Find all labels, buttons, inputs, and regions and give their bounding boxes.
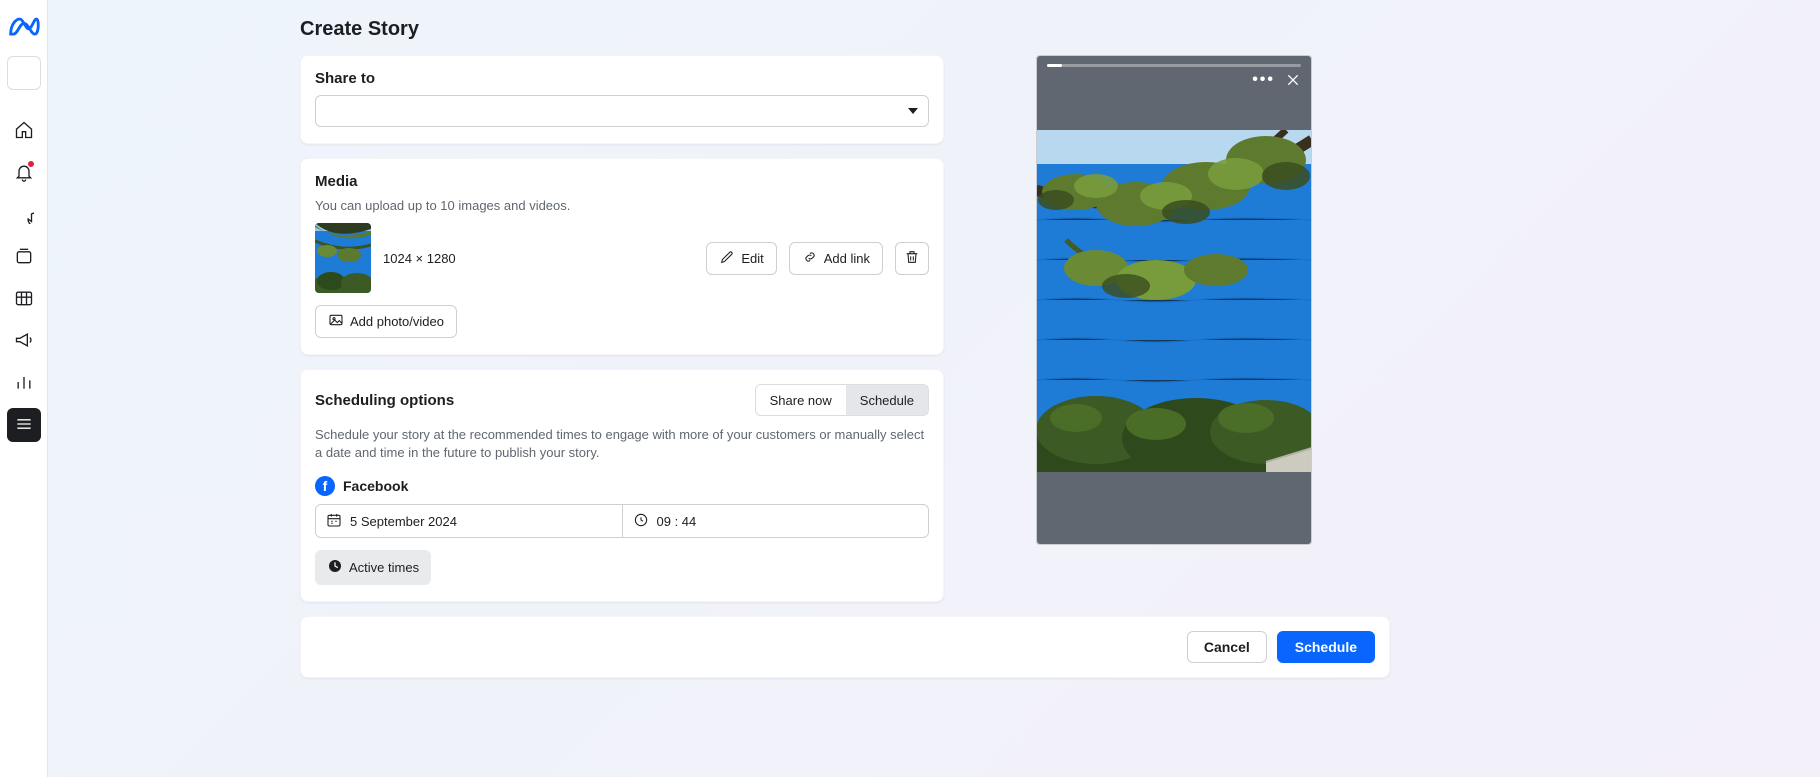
footer-bar: Cancel Schedule <box>300 616 1390 678</box>
sidebar-item-planner[interactable] <box>7 282 41 316</box>
sidebar-item-notifications[interactable] <box>7 156 41 190</box>
image-plus-icon <box>328 312 344 331</box>
sidebar <box>0 0 48 777</box>
meta-logo-icon <box>7 10 41 44</box>
hamburger-icon <box>14 414 34 437</box>
preview-more-icon[interactable]: ••• <box>1252 72 1275 92</box>
story-preview: ••• <box>1036 55 1312 545</box>
active-times-label: Active times <box>349 560 419 575</box>
scheduling-card: Scheduling options Share now Schedule Sc… <box>300 369 944 602</box>
clock-filled-icon <box>327 558 343 577</box>
delete-media-button[interactable] <box>895 242 929 275</box>
preview-image <box>1037 130 1311 472</box>
sidebar-item-content[interactable] <box>7 240 41 274</box>
sidebar-item-menu[interactable] <box>7 408 41 442</box>
caret-down-icon <box>908 108 918 114</box>
preview-close-icon[interactable] <box>1285 72 1301 92</box>
time-value: 09 : 44 <box>657 514 697 529</box>
sidebar-item-ads[interactable] <box>7 324 41 358</box>
platform-row: f Facebook <box>315 476 929 496</box>
schedule-option[interactable]: Schedule <box>846 385 928 415</box>
active-times-button[interactable]: Active times <box>315 550 431 585</box>
trash-icon <box>904 249 920 268</box>
datetime-row: 5 September 2024 09 : 44 <box>315 504 929 538</box>
scheduling-heading: Scheduling options <box>315 392 454 409</box>
sidebar-account-box[interactable] <box>7 56 41 90</box>
stack-icon <box>14 246 34 269</box>
media-description: You can upload up to 10 images and video… <box>315 198 929 213</box>
share-to-card: Share to <box>300 55 944 144</box>
cancel-button[interactable]: Cancel <box>1187 631 1267 663</box>
grid-icon <box>14 288 34 311</box>
pencil-icon <box>719 249 735 268</box>
time-input[interactable]: 09 : 44 <box>623 505 929 537</box>
sidebar-item-home[interactable] <box>7 114 41 148</box>
add-link-button[interactable]: Add link <box>789 242 883 275</box>
date-value: 5 September 2024 <box>350 514 457 529</box>
media-card: Media You can upload up to 10 images and… <box>300 158 944 355</box>
bar-chart-icon <box>14 372 34 395</box>
date-input[interactable]: 5 September 2024 <box>316 505 623 537</box>
sidebar-item-insights[interactable] <box>7 366 41 400</box>
share-now-option[interactable]: Share now <box>756 385 846 415</box>
media-heading: Media <box>315 173 929 190</box>
media-thumbnail[interactable] <box>315 223 371 293</box>
calendar-icon <box>326 512 342 531</box>
share-to-dropdown[interactable] <box>315 95 929 127</box>
schedule-submit-button[interactable]: Schedule <box>1277 631 1375 663</box>
scheduling-mode-toggle: Share now Schedule <box>755 384 929 416</box>
megaphone-icon <box>14 330 34 353</box>
link-icon <box>802 249 818 268</box>
page-title: Create Story <box>300 18 1390 41</box>
scheduling-description: Schedule your story at the recommended t… <box>315 426 929 462</box>
facebook-icon: f <box>315 476 335 496</box>
edit-label: Edit <box>741 251 763 266</box>
preview-progress-bar <box>1047 64 1301 67</box>
notification-dot-icon <box>28 161 34 167</box>
chat-icon <box>14 204 34 227</box>
share-to-heading: Share to <box>315 70 929 87</box>
add-link-label: Add link <box>824 251 870 266</box>
add-media-button[interactable]: Add photo/video <box>315 305 457 338</box>
home-icon <box>14 120 34 143</box>
add-media-label: Add photo/video <box>350 314 444 329</box>
media-dimensions: 1024 × 1280 <box>383 251 456 266</box>
sidebar-item-inbox[interactable] <box>7 198 41 232</box>
clock-icon <box>633 512 649 531</box>
edit-media-button[interactable]: Edit <box>706 242 776 275</box>
platform-label: Facebook <box>343 478 408 494</box>
